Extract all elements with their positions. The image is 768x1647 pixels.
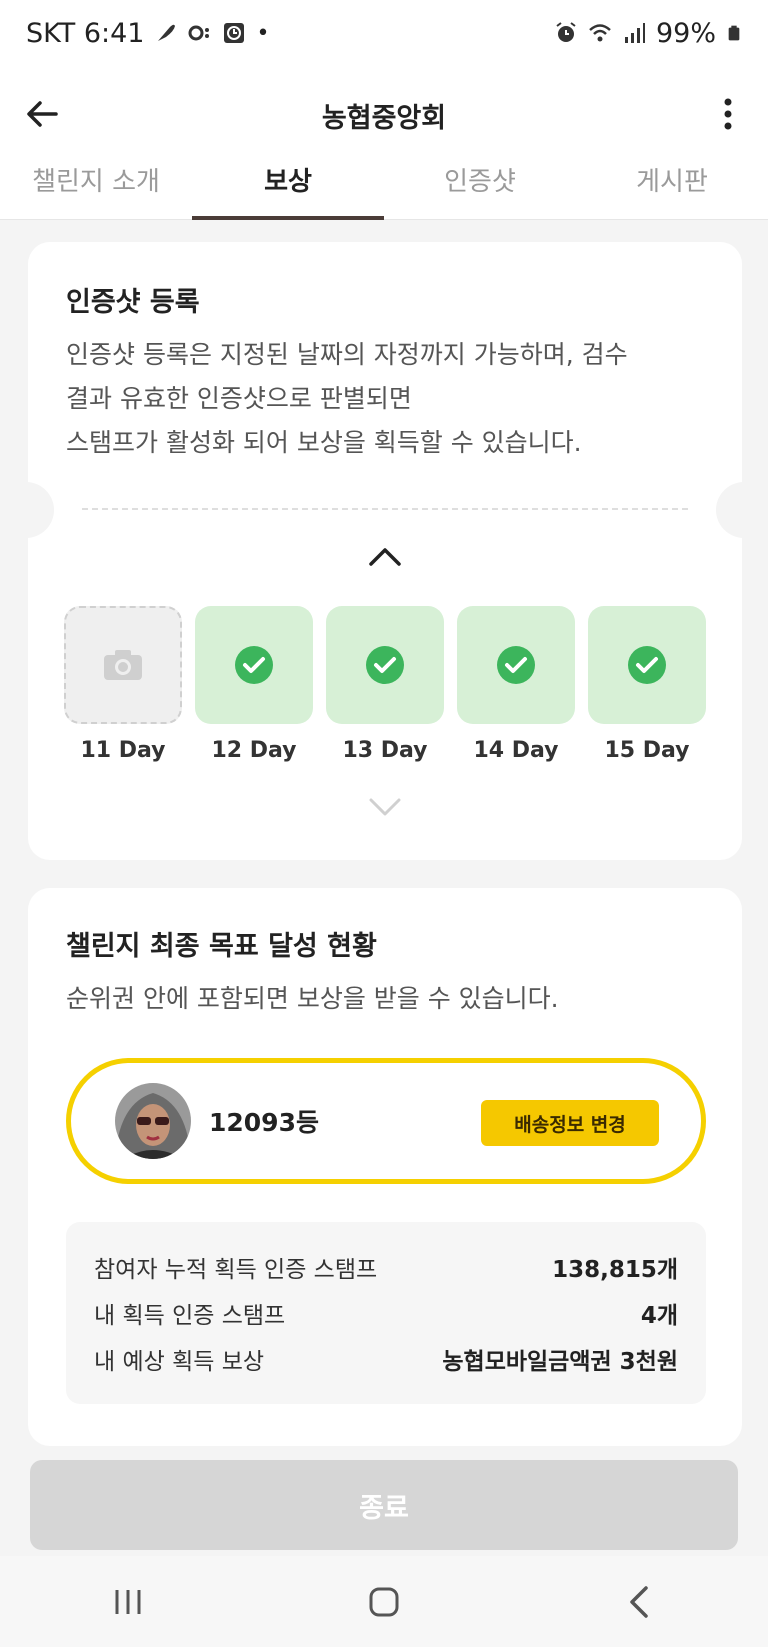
bottom-bar: 종료 — [0, 1450, 768, 1556]
goal-desc: 순위권 안에 포함되면 보상을 받을 수 있습니다. — [66, 984, 559, 1013]
more-vert-icon[interactable] — [710, 92, 746, 136]
battery-percent: 99% — [655, 17, 716, 49]
nav-back-icon[interactable] — [620, 1582, 660, 1622]
back-arrow-icon[interactable] — [22, 94, 62, 134]
check-circle-icon — [366, 646, 404, 684]
day-stamp[interactable]: 12 Day — [195, 606, 313, 763]
stat-row: 참여자 누적 획득 인증 스탬프 138,815개 — [94, 1244, 678, 1290]
my-rank-box: 12093등 배송정보 변경 — [66, 1058, 706, 1184]
check-circle-icon — [628, 646, 666, 684]
battery-icon — [728, 25, 740, 41]
status-bar: SKT 6:41 • 99% — [0, 0, 768, 66]
day-stamp[interactable]: 14 Day — [457, 606, 575, 763]
desc-line: 스탬프가 활성화 되어 보상을 획득할 수 있습니다. — [66, 428, 582, 457]
clock-app-icon — [224, 23, 245, 43]
stat-row: 내 예상 획득 보상 농협모바일금액권 3천원 — [94, 1336, 678, 1382]
day-label: 14 Day — [473, 738, 559, 763]
stats-panel: 참여자 누적 획득 인증 스탬프 138,815개 내 획득 인증 스탬프 4개… — [66, 1222, 706, 1404]
signal-icon — [624, 23, 645, 43]
system-nav-bar — [0, 1556, 768, 1647]
stat-value: 138,815개 — [552, 1257, 678, 1283]
day-label: 13 Day — [342, 738, 428, 763]
stat-key: 내 획득 인증 스탬프 — [94, 1303, 286, 1329]
day-stamp[interactable]: 13 Day — [326, 606, 444, 763]
goal-status-card: 챌린지 최종 목표 달성 현황 순위권 안에 포함되면 보상을 받을 수 있습니… — [28, 888, 742, 1446]
divider — [82, 508, 688, 510]
registration-card: 인증샷 등록 인증샷 등록은 지정된 날짜의 자정까지 가능하며, 검수 결과 … — [0, 242, 768, 860]
feather-icon — [158, 24, 176, 41]
stamp-tile-done[interactable] — [588, 606, 706, 724]
stamp-tile-empty[interactable] — [64, 606, 182, 724]
chevron-down-icon[interactable] — [365, 792, 405, 822]
goal-title: 챌린지 최종 목표 달성 현황 — [66, 931, 377, 962]
page-title: 농협중앙회 — [321, 102, 447, 134]
ticket-notch — [716, 482, 768, 538]
check-circle-icon — [497, 646, 535, 684]
avatar-image — [115, 1083, 191, 1159]
day-label: 12 Day — [211, 738, 297, 763]
stat-value: 4개 — [640, 1303, 678, 1329]
carrier-time: SKT 6:41 — [26, 17, 145, 49]
tab-reward[interactable]: 보상 — [192, 140, 384, 220]
stat-row: 내 획득 인증 스탬프 4개 — [94, 1290, 678, 1336]
change-shipping-button[interactable]: 배송정보 변경 — [481, 1100, 659, 1146]
stamp-tile-done[interactable] — [195, 606, 313, 724]
day-stamp[interactable]: 15 Day — [588, 606, 706, 763]
rank-text: 12093등 — [209, 1108, 319, 1137]
alarm-icon — [556, 22, 576, 42]
notification-dot-icon: • — [256, 20, 270, 46]
stamp-tile-done[interactable] — [457, 606, 575, 724]
day-stamps: 11 Day 12 Day 13 Day 14 Day 15 Day — [64, 606, 706, 763]
registration-title: 인증샷 등록 — [66, 287, 200, 318]
stat-key: 내 예상 획득 보상 — [94, 1349, 265, 1375]
wifi-icon — [589, 24, 611, 42]
home-icon[interactable] — [364, 1582, 404, 1622]
chevron-up-icon[interactable] — [365, 542, 405, 572]
tab-bar: 챌린지 소개 보상 인증샷 게시판 — [0, 140, 768, 220]
day-label: 15 Day — [604, 738, 690, 763]
registration-desc: 인증샷 등록은 지정된 날짜의 자정까지 가능하며, 검수 결과 유효한 인증샷… — [66, 333, 704, 465]
day-label: 11 Day — [80, 738, 166, 763]
day-stamp[interactable]: 11 Day — [64, 606, 182, 763]
stamp-tile-done[interactable] — [326, 606, 444, 724]
ticket-notch — [0, 482, 54, 538]
tab-photo[interactable]: 인증샷 — [384, 140, 576, 219]
avatar — [115, 1083, 191, 1159]
end-button[interactable]: 종료 — [30, 1460, 738, 1550]
check-circle-icon — [235, 646, 273, 684]
camera-icon — [104, 650, 142, 680]
recent-apps-icon[interactable] — [108, 1582, 148, 1622]
stat-key: 참여자 누적 획득 인증 스탬프 — [94, 1257, 378, 1283]
stat-value: 농협모바일금액권 3천원 — [442, 1349, 678, 1375]
tab-board[interactable]: 게시판 — [576, 140, 768, 219]
desc-line: 결과 유효한 인증샷으로 판별되면 — [66, 384, 412, 413]
link-icon — [188, 25, 210, 41]
tab-challenge-intro[interactable]: 챌린지 소개 — [0, 140, 192, 219]
desc-line: 인증샷 등록은 지정된 날짜의 자정까지 가능하며, 검수 — [66, 340, 628, 369]
